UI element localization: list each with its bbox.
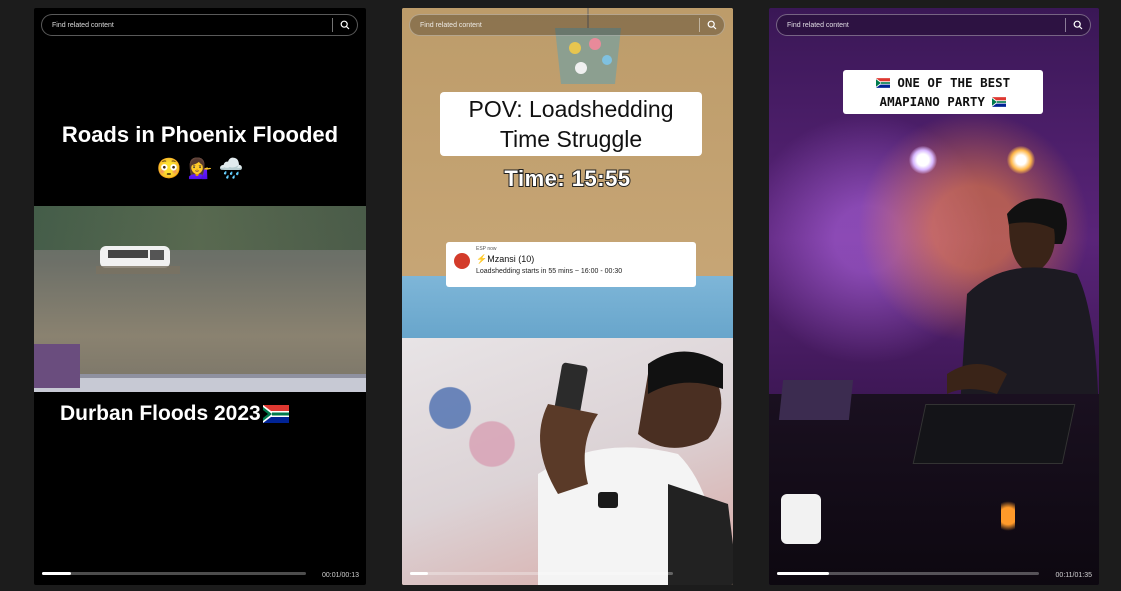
dj-controller [912,404,1076,464]
search-bar[interactable]: Find related content [41,14,358,36]
search-bar[interactable]: Find related content [776,14,1091,36]
search-icon [707,20,717,30]
power-adapter [781,494,821,544]
progress-bar[interactable] [410,572,673,575]
esp-app-icon [454,253,470,269]
person-tipping-hand-icon: 💁‍♀️ [187,158,213,180]
notification-app: ESP now [476,246,688,252]
video-card-amapiano-party[interactable]: Find related content ONE OF THE BEST AMA… [769,8,1099,585]
flood-video-frame [34,206,366,392]
subtitle-text: Durban Floods 2023 [60,402,261,425]
notification-app-name: ESP [476,246,486,252]
rain-cloud-icon: 🌧️ [218,158,244,180]
video-subtitle: Durban Floods 2023 [60,402,289,426]
search-bar[interactable]: Find related content [409,14,725,36]
search-input[interactable]: Find related content [410,22,699,29]
minibus-taxi [96,246,180,274]
search-button[interactable] [333,15,357,35]
search-icon [1073,20,1083,30]
south-africa-flag-icon [875,78,890,88]
video-feed: Find related content Roads in Phoenix Fl… [0,0,1121,591]
south-africa-flag-icon [992,97,1007,107]
balcony-wall [34,378,366,392]
video-title: Roads in Phoenix Flooded [61,122,339,147]
flushed-face-icon: 😳 [156,158,182,180]
progress-fill [42,572,72,575]
laptop [778,380,854,420]
playback-time: 00:11/01:35 [1055,572,1092,579]
video-card-phoenix-floods[interactable]: Find related content Roads in Phoenix Fl… [34,8,366,585]
notification-app-time: now [487,246,497,252]
trees [34,206,366,250]
video-title: ONE OF THE BEST AMAPIANO PARTY [843,70,1043,114]
dj-figure [947,198,1099,424]
progress-bar[interactable] [42,572,306,575]
man-in-bed [538,351,733,585]
search-button[interactable] [1066,15,1090,35]
progress-fill [777,572,830,575]
video-card-loadshedding[interactable]: Find related content POV: Loadshedding T… [402,8,733,585]
esp-notification: ESP now ⚡Mzansi (10) Loadshedding starts… [446,242,696,287]
notification-body: Loadshedding starts in 55 mins ~ 16:00 -… [476,268,623,275]
orange-glow [1001,496,1015,536]
south-africa-flag-icon [262,405,289,423]
progress-bar[interactable] [777,572,1039,575]
search-button[interactable] [700,15,724,35]
playback-time: 00:01/00:13 [322,572,359,579]
stage-light-left [909,146,937,174]
video-title-text: ONE OF THE BEST AMAPIANO PARTY [879,75,1011,109]
notification-headline: ⚡Mzansi (10) [476,254,535,264]
search-input[interactable]: Find related content [777,22,1065,29]
search-input[interactable]: Find related content [42,22,332,29]
title-emojis: 😳 💁‍♀️ 🌧️ [34,156,366,181]
video-title: POV: Loadshedding Time Struggle [440,92,702,156]
progress-fill [410,572,429,575]
overlay-time: Time: 15:55 [503,165,631,192]
search-icon [340,20,350,30]
stage-light-right [1007,146,1035,174]
rooftop [34,344,80,388]
